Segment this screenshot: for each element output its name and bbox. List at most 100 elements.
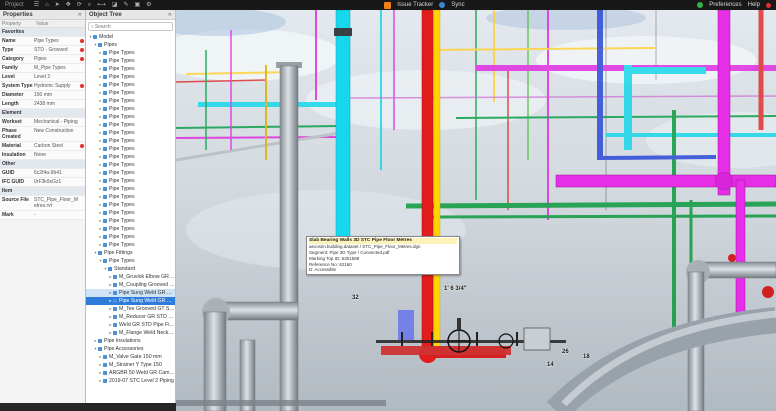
section-icon[interactable]: ◪ [112,0,118,10]
tree-item[interactable]: ▸Pipe Types [86,193,175,201]
camera-icon[interactable]: ▣ [134,0,140,10]
flag-icon[interactable] [80,48,84,52]
flag-icon[interactable] [80,57,84,61]
property-row[interactable]: System TypeHydronic Supply [0,82,85,91]
tree-item[interactable]: ▸M_Reducer GR STD 150x100 [86,313,175,321]
flag-icon[interactable] [80,144,84,148]
property-row[interactable]: NamePipe Types [0,37,85,46]
property-row[interactable]: IFC GUID0rF3k9xGz1 [0,178,85,187]
tree-item[interactable]: ▾Pipe Accessories [86,345,175,353]
search-input[interactable] [95,24,170,30]
tree-item[interactable]: ▸Pipe Types [86,121,175,129]
home-icon[interactable]: ⌂ [45,0,49,10]
property-row[interactable]: MaterialCarbon Steel [0,142,85,151]
measure-icon[interactable]: ⟷ [97,0,106,10]
sync-button[interactable]: Sync [451,0,464,10]
object-tree-panel-header[interactable]: Object Tree ✕ [86,10,175,20]
tree-item[interactable]: ▸Pipe Types [86,209,175,217]
properties-panel-header[interactable]: Properties ✕ [0,10,85,20]
tree-item[interactable]: ▸M_Tee Grooved GT STD 150 [86,305,175,313]
tree-item[interactable]: ▸Pipe Types [86,73,175,81]
pan-icon[interactable]: ✥ [66,0,71,10]
tree-item[interactable]: ▸Pipe Sung Weld GR STD Pipe Fitting [86,289,175,297]
property-row[interactable]: Phase CreatedNew Construction [0,127,85,142]
property-row[interactable]: Favorites [0,28,85,37]
help-button[interactable]: Help [748,0,760,10]
tree-item[interactable]: ▸Pipe Types [86,145,175,153]
markup-icon[interactable]: ✎ [123,0,128,10]
tree-item[interactable]: ▸Pipe Types [86,129,175,137]
preferences-button[interactable]: Preferences [709,0,741,10]
property-row[interactable]: TypeSTD - Grooved [0,46,85,55]
orbit-icon[interactable]: ⟳ [77,0,82,10]
user-avatar[interactable] [697,2,703,8]
tree-item[interactable]: ▾Pipe Fittings [86,249,175,257]
tree-item[interactable]: ▸Pipe Sung Weld GR STD Pipe Fitting 150 [86,297,175,305]
property-row[interactable]: Item [0,187,85,196]
tree-item[interactable]: ▸Pipe Types [86,81,175,89]
settings-icon[interactable]: ⚙ [146,0,151,10]
tree-item[interactable]: ▸M_Valve Gate 150 mm [86,353,175,361]
tree-item[interactable]: ▸Pipe Types [86,89,175,97]
property-row[interactable]: InsulationNone [0,151,85,160]
tree-item[interactable]: ▾Model [86,33,175,41]
tree-item[interactable]: ▸Pipe Types [86,65,175,73]
tree-item[interactable]: ▾Pipe Types [86,257,175,265]
tree-item[interactable]: ▸Pipe Types [86,177,175,185]
tree-item[interactable]: ▸Pipe Types [86,49,175,57]
tree-item[interactable]: ▸M_Coupling Grooved GT STD [86,281,175,289]
tree-item-label: Pipe Fittings [104,250,133,256]
tree-item[interactable]: ▸Weld GR STD Pipe Fitting 150 [86,321,175,329]
tree-item-label: M_Strainer Y Type 150 [109,362,162,368]
tree-item[interactable]: ▸M_Flange Weld Neck 150 [86,329,175,337]
tree-item[interactable]: ▸ARGBR 50 Weld GR Camera Smpl [86,369,175,377]
record-icon[interactable] [766,3,771,8]
property-row[interactable]: Element [0,109,85,118]
tree-item[interactable]: ▸M_Gruvlok Elbow GR 11.25 Deg [86,273,175,281]
tree-item[interactable]: ▾Standard [86,265,175,273]
tree-item[interactable]: ▸M_Strainer Y Type 150 [86,361,175,369]
project-tab[interactable]: Project [5,2,24,8]
tree-item[interactable]: ▸Pipe Types [86,185,175,193]
property-row[interactable]: WorksetMechanical - Piping [0,118,85,127]
3d-viewport[interactable]: Slab Bearing Walls 3D STC Pipe Floor Met… [176,10,776,411]
sync-icon[interactable] [439,2,445,8]
tree-item[interactable]: ▸Pipe Types [86,113,175,121]
property-row[interactable]: GUID6c2f4a-9b41 [0,169,85,178]
tree-item[interactable]: ▸Pipe Insulations [86,337,175,345]
tree-item[interactable]: ▸Pipe Types [86,97,175,105]
tree-item[interactable]: ▸Pipe Types [86,169,175,177]
flag-icon[interactable] [80,39,84,43]
tree-item[interactable]: ▸Pipe Types [86,217,175,225]
tree-item[interactable]: ▸Pipe Types [86,233,175,241]
object-tree-search[interactable]: ⌕ [88,22,173,31]
element-cube-icon [113,283,117,287]
tree-item[interactable]: ▸Pipe Types [86,57,175,65]
property-row[interactable]: CategoryPipes [0,55,85,64]
property-row[interactable]: Diameter150 mm [0,91,85,100]
tree-item[interactable]: ▸Pipe Types [86,137,175,145]
tree-item-label: Pipe Types [109,234,135,240]
property-row[interactable]: FamilyM_Pipe Types [0,64,85,73]
select-icon[interactable]: ➤ [55,0,60,10]
flag-icon[interactable] [80,84,84,88]
menu-icon[interactable]: ☰ [34,0,39,10]
property-row[interactable]: LevelLevel 2 [0,73,85,82]
property-row[interactable]: Other [0,160,85,169]
issue-tracker-button[interactable]: Issue Tracker [397,0,433,10]
close-icon[interactable]: ✕ [168,12,172,18]
tree-item[interactable]: ▸Pipe Types [86,201,175,209]
tree-item[interactable]: ▸Pipe Types [86,105,175,113]
close-icon[interactable]: ✕ [78,12,82,18]
tree-item[interactable]: ▸2019-07 STC Level 2 Piping [86,377,175,385]
property-row[interactable]: Source FileSTC_Pipe_Floor_Metres.rvt [0,196,85,211]
property-row[interactable]: Length2438 mm [0,100,85,109]
zoom-icon[interactable]: ⌕ [88,0,91,10]
tree-item[interactable]: ▸Pipe Types [86,241,175,249]
tree-item[interactable]: ▸Pipe Types [86,161,175,169]
tree-item[interactable]: ▾Pipes [86,41,175,49]
issue-tracker-icon[interactable] [384,2,391,9]
tree-item[interactable]: ▸Pipe Types [86,153,175,161]
property-row[interactable]: Mark- [0,211,85,220]
tree-item[interactable]: ▸Pipe Types [86,225,175,233]
